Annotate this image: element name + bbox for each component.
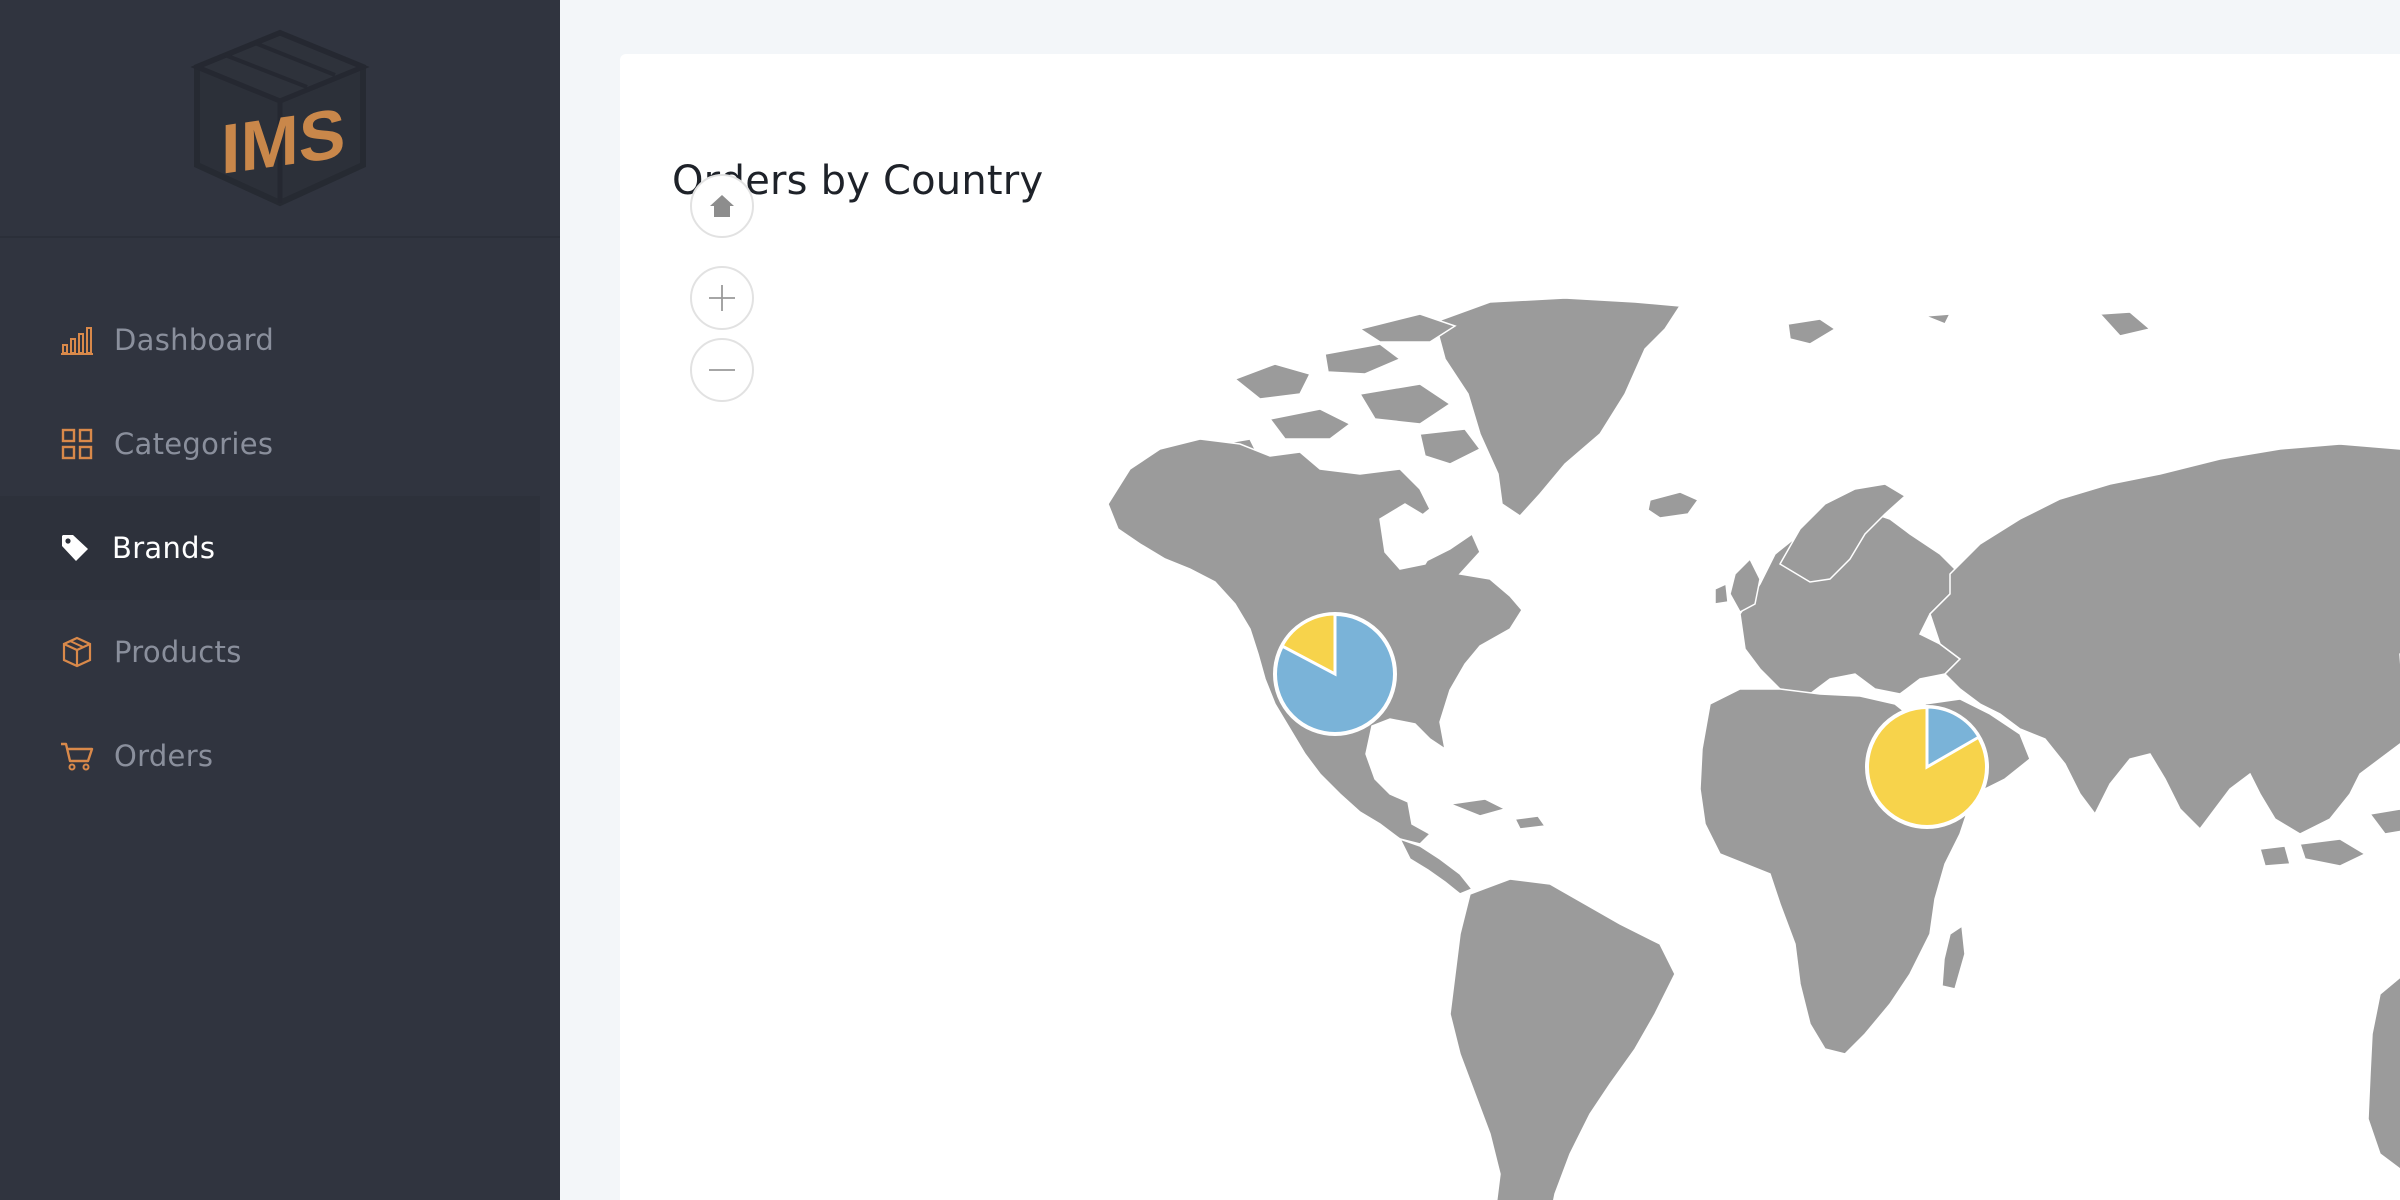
home-icon	[710, 195, 734, 217]
cart-icon	[60, 739, 94, 773]
box-icon	[60, 635, 94, 669]
minus-icon	[709, 369, 735, 371]
sidebar-item-label: Orders	[114, 739, 214, 773]
sidebar-item-dashboard[interactable]: Dashboard	[0, 288, 540, 392]
australia-shape	[2367, 976, 2400, 1170]
orders-map-card: Orders by Country	[620, 54, 2400, 1200]
sidebar-item-label: Dashboard	[114, 323, 275, 357]
map-zoom-in-button[interactable]	[690, 266, 754, 330]
logo-area: IMS	[0, 0, 560, 238]
main-content: Orders by Country	[560, 0, 2400, 1200]
sidebar-item-label: Categories	[114, 427, 274, 461]
world-map[interactable]	[660, 234, 2400, 1200]
uk-shape	[1714, 557, 1761, 614]
sidebar-nav: Dashboard Categories Brands Products Ord…	[0, 238, 560, 808]
plus-icon	[709, 285, 735, 311]
sidebar-item-products[interactable]: Products	[0, 600, 540, 704]
madagascar-shape	[1941, 924, 1966, 990]
bar-chart-icon	[60, 323, 94, 357]
pie-chart-africa[interactable]	[1865, 705, 1989, 829]
sidebar-item-label: Brands	[112, 531, 216, 565]
sidebar: IMS Dashboard Categories Brands Products…	[0, 0, 560, 1200]
pie-chart-usa[interactable]	[1273, 612, 1397, 736]
sidebar-item-brands[interactable]: Brands	[0, 496, 540, 600]
sidebar-item-categories[interactable]: Categories	[0, 392, 540, 496]
ims-logo[interactable]: IMS	[185, 25, 375, 211]
svalbard-shape	[1787, 311, 2152, 345]
south-america-shape	[1449, 878, 1676, 1200]
caribbean-shape	[1447, 798, 1547, 830]
greenland-shape	[1434, 297, 1682, 517]
world-map-svg	[1107, 297, 2400, 1200]
map-home-button[interactable]	[690, 174, 754, 238]
tag-icon	[58, 531, 92, 565]
sidebar-item-orders[interactable]: Orders	[0, 704, 540, 808]
central-america-shape	[1398, 837, 1474, 895]
grid-icon	[60, 427, 94, 461]
map-zoom-out-button[interactable]	[690, 338, 754, 402]
sidebar-item-label: Products	[114, 635, 242, 669]
iceland-shape	[1647, 491, 1700, 519]
